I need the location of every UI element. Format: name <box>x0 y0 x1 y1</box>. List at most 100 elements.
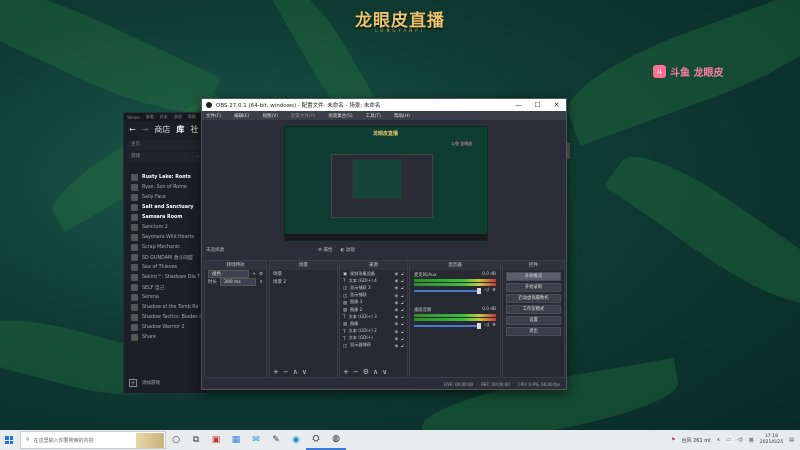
language-indicator[interactable]: 英 <box>749 437 754 444</box>
visibility-eye-icon[interactable]: ◉ <box>395 343 399 348</box>
steam-menu-item[interactable]: 查看 <box>146 114 154 120</box>
menu-file[interactable]: 文件(F) <box>206 113 221 119</box>
chat-icon[interactable]: ✉ <box>246 430 266 450</box>
move-up-icon[interactable]: ∧ <box>293 368 298 376</box>
lock-icon[interactable]: 🔓︎ <box>401 307 404 312</box>
game-list-item[interactable]: Sally Face <box>131 192 207 202</box>
game-list-item[interactable]: Sea of Thieves <box>131 262 207 272</box>
menu-help[interactable]: 帮助(H) <box>394 113 410 119</box>
weather-text[interactable]: 台风 261 ml <box>682 437 711 444</box>
game-list-item[interactable]: SELF 自己 <box>131 282 207 292</box>
steam-menu-item[interactable]: Steam <box>127 115 140 120</box>
menu-tools[interactable]: 工具(T) <box>366 113 381 119</box>
lock-icon[interactable]: 🔓︎ <box>401 329 404 334</box>
gear-icon[interactable]: ⚙ <box>363 368 369 376</box>
game-list-item[interactable]: Salt and Sanctuary <box>131 202 207 212</box>
game-list-item[interactable]: Shadow Warrior 2 <box>131 322 207 332</box>
settings-button[interactable]: 设置 <box>506 316 561 325</box>
gear-icon[interactable]: ⚙ <box>259 272 263 277</box>
volume-slider[interactable] <box>414 322 482 329</box>
volume-slider[interactable] <box>414 287 482 294</box>
visibility-eye-icon[interactable]: ◉ <box>395 293 399 298</box>
maximize-button[interactable]: ☐ <box>528 101 547 109</box>
visibility-eye-icon[interactable]: ◉ <box>395 307 399 312</box>
forward-arrow-icon[interactable]: → <box>142 125 149 134</box>
nav-community[interactable]: 社 <box>190 124 198 135</box>
network-icon[interactable]: ▭ <box>726 437 731 443</box>
add-game-button[interactable]: + 添加游戏 <box>129 379 160 387</box>
store-icon[interactable]: ▦ <box>226 430 246 450</box>
remove-icon[interactable]: − <box>353 368 359 376</box>
obs-icon[interactable]: ◍ <box>326 430 346 450</box>
source-item[interactable]: ▨ 图像 3 ◉ 🔓︎ <box>340 299 407 306</box>
lock-icon[interactable]: 🔓︎ <box>401 321 404 326</box>
game-list-item[interactable]: Sanctum 2 <box>131 222 207 232</box>
task-view-icon[interactable]: ⧉ <box>186 430 206 450</box>
game-list-item[interactable]: Rusty Lake: Roots <box>131 172 207 182</box>
scene-item[interactable]: 场景 2 <box>270 278 337 286</box>
spin-icon[interactable]: ⇕ <box>259 280 263 285</box>
scrollbar[interactable] <box>567 143 570 159</box>
minimize-button[interactable]: — <box>509 101 528 109</box>
source-item[interactable]: T 文本 (GDI+) 2 ◉ 🔓︎ <box>340 328 407 335</box>
game-list-item[interactable]: Shadow Tactics: Blades o <box>131 312 207 322</box>
lock-icon[interactable]: 🔓︎ <box>401 271 404 276</box>
menu-profile[interactable]: 配置文件(P) <box>291 113 315 119</box>
visibility-eye-icon[interactable]: ◉ <box>395 285 399 290</box>
mail-icon[interactable]: ✎ <box>266 430 286 450</box>
lock-icon[interactable]: 🔓︎ <box>401 300 404 305</box>
visibility-eye-icon[interactable]: ◉ <box>395 271 399 276</box>
nav-store[interactable]: 商店 <box>154 124 170 135</box>
obs-titlebar[interactable]: OBS 27.0.1 (64-bit, windows) - 配置文件: 未命名… <box>202 99 566 111</box>
add-icon[interactable]: + <box>343 368 349 376</box>
lock-icon[interactable]: 🔓︎ <box>401 293 404 298</box>
start-button[interactable] <box>0 430 18 450</box>
source-item[interactable]: T 文本 (GDI+) 4 ◉ 🔓︎ <box>340 277 407 284</box>
start-streaming-button[interactable]: 开始推流 <box>506 272 561 281</box>
clock[interactable]: 17:18 2021/6/25 <box>760 434 784 446</box>
start-recording-button[interactable]: 开始录制 <box>506 283 561 292</box>
nav-library[interactable]: 库 <box>176 124 184 135</box>
photos-icon[interactable]: ▣ <box>206 430 226 450</box>
lock-icon[interactable]: 🔓︎ <box>401 343 404 348</box>
taskbar-search[interactable]: ⚲ 在这里输入你要搜索的内容 <box>20 431 166 449</box>
menu-edit[interactable]: 编辑(E) <box>234 113 249 119</box>
lock-icon[interactable]: 🔓︎ <box>401 285 404 290</box>
exit-button[interactable]: 退出 <box>506 327 561 336</box>
steam-icon[interactable]: ⛭ <box>306 430 326 450</box>
remove-icon[interactable]: − <box>283 368 289 376</box>
virtual-camera-button[interactable]: 启动虚拟摄像机 <box>506 294 561 303</box>
visibility-eye-icon[interactable]: ◉ <box>395 321 399 326</box>
source-item[interactable]: ▨ 图像 2 ◉ 🔓︎ <box>340 306 407 313</box>
game-list-item[interactable]: Sekiro™: Shadows Die T <box>131 272 207 282</box>
gear-icon[interactable]: ⚙ <box>492 288 496 293</box>
lock-icon[interactable]: 🔓︎ <box>401 278 404 283</box>
add-icon[interactable]: + <box>252 272 256 277</box>
move-down-icon[interactable]: ∨ <box>302 368 307 376</box>
source-item[interactable]: ▨ 图像 ◉ 🔓︎ <box>340 320 407 327</box>
steam-menu-item[interactable]: 帮助 <box>188 114 196 120</box>
visibility-eye-icon[interactable]: ◉ <box>395 300 399 305</box>
scene-item[interactable]: 场景 <box>270 270 337 278</box>
add-icon[interactable]: + <box>273 368 279 376</box>
source-item[interactable]: ◫ 显示器捕获 ◉ 🔓︎ <box>340 342 407 349</box>
visibility-eye-icon[interactable]: ◉ <box>395 336 399 341</box>
move-down-icon[interactable]: ∨ <box>382 368 387 376</box>
tray-chevron-icon[interactable]: ∧ <box>716 437 720 443</box>
filters-button[interactable]: ◐ 滤镜 <box>340 247 354 253</box>
source-item[interactable]: ◫ 显示捕获 ◉ 🔓︎ <box>340 292 407 299</box>
visibility-eye-icon[interactable]: ◉ <box>395 314 399 319</box>
slider-knob[interactable] <box>477 287 482 294</box>
game-list-item[interactable]: SD GUNDAM 激斗同盟 <box>131 252 207 262</box>
duration-input[interactable]: 300 ms <box>220 278 257 286</box>
slider-knob[interactable] <box>477 322 482 329</box>
visibility-eye-icon[interactable]: ◉ <box>395 278 399 283</box>
menu-scene-collection[interactable]: 场景集合(S) <box>328 113 352 119</box>
source-item[interactable]: ▣ 视频采集设备 ◉ 🔓︎ <box>340 270 407 277</box>
game-list-item[interactable]: Scrap Mechanic <box>131 242 207 252</box>
steam-menu-item[interactable]: 好友 <box>160 114 168 120</box>
back-arrow-icon[interactable]: ← <box>129 125 136 134</box>
gear-icon[interactable]: ⚙ <box>492 323 496 328</box>
lock-icon[interactable]: 🔓︎ <box>401 314 404 319</box>
game-list-item[interactable]: Shadow of the Tomb Ra <box>131 302 207 312</box>
